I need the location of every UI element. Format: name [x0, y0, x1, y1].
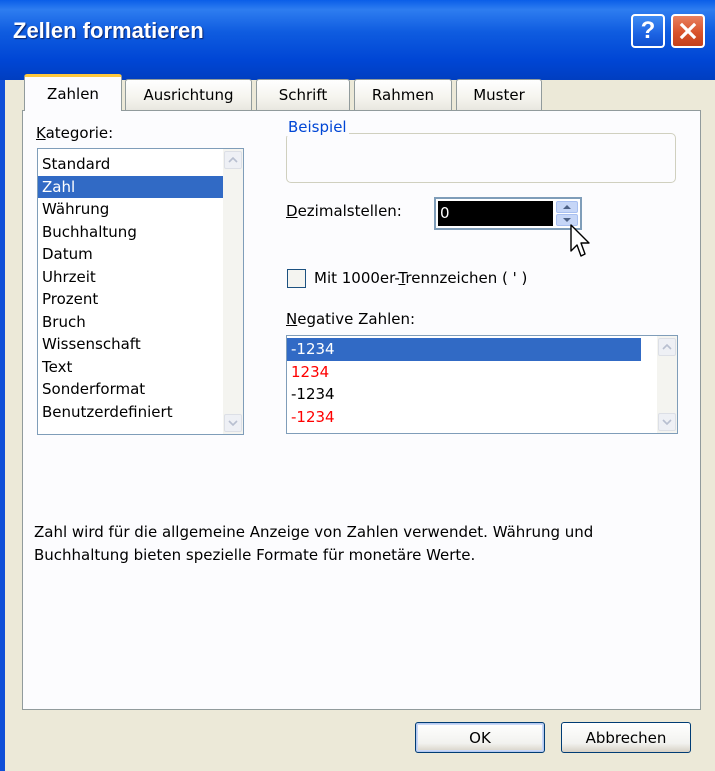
title-bar[interactable]: Zellen formatieren ? [0, 0, 715, 80]
window-title: Zellen formatieren [13, 18, 204, 43]
list-item[interactable]: Buchhaltung [38, 221, 243, 244]
mouse-cursor-icon [570, 224, 590, 257]
thousands-separator-checkbox[interactable] [287, 269, 306, 288]
list-item[interactable]: Währung [38, 198, 243, 221]
chevron-up-icon [228, 156, 238, 163]
arrow-up-icon [563, 205, 571, 209]
scroll-up-button[interactable] [658, 338, 676, 356]
thousands-separator-label[interactable]: Mit 1000er-Trennzeichen ( ' ) [314, 269, 527, 287]
list-item[interactable]: -1234 [287, 406, 677, 429]
spin-up-button[interactable] [556, 201, 578, 213]
tab-rahmen[interactable]: Rahmen [354, 79, 452, 110]
category-listbox[interactable]: Standard Zahl Währung Buchhaltung Datum … [37, 148, 244, 435]
cancel-button-label: Abbrechen [585, 728, 667, 747]
close-button[interactable] [671, 14, 705, 48]
help-icon: ? [640, 17, 656, 44]
category-scrollbar[interactable] [223, 149, 243, 434]
decimals-label: Dezimalstellen: [286, 202, 402, 220]
negative-numbers-listbox[interactable]: -1234 1234 -1234 -1234 [286, 335, 678, 434]
spinner-buttons [556, 201, 578, 226]
tab-label: Ausrichtung [143, 86, 234, 104]
sample-groupbox [286, 133, 676, 183]
category-label: Kategorie: [36, 124, 114, 142]
tab-label: Schrift [278, 86, 328, 104]
chevron-down-icon [228, 420, 238, 427]
negative-numbers-label: Negative Zahlen: [286, 310, 416, 328]
list-item[interactable]: Prozent [38, 288, 243, 311]
list-item[interactable]: Benutzerdefiniert [38, 401, 243, 424]
list-item[interactable]: -1234 [287, 338, 641, 361]
list-item[interactable]: -1234 [287, 383, 677, 406]
tab-label: Muster [473, 86, 525, 104]
scroll-down-button[interactable] [658, 413, 676, 431]
ok-button-label: OK [469, 728, 491, 747]
list-item[interactable]: Sonderformat [38, 378, 243, 401]
list-item[interactable]: Text [38, 356, 243, 379]
tab-schrift[interactable]: Schrift [256, 79, 350, 110]
scroll-down-button[interactable] [224, 414, 242, 432]
tab-zahlen[interactable]: Zahlen [24, 74, 122, 111]
decimals-spinner[interactable]: 0 [434, 197, 582, 230]
tab-muster[interactable]: Muster [456, 79, 542, 110]
chevron-down-icon [662, 419, 672, 426]
tab-ausrichtung[interactable]: Ausrichtung [125, 79, 252, 110]
list-item[interactable]: Standard [38, 153, 243, 176]
cancel-button[interactable]: Abbrechen [561, 722, 691, 753]
list-item[interactable]: Bruch [38, 311, 243, 334]
help-button[interactable]: ? [631, 14, 665, 48]
ok-button[interactable]: OK [415, 722, 545, 753]
close-icon [679, 22, 697, 40]
tab-label: Zahlen [47, 85, 99, 103]
window-frame-left [0, 80, 5, 771]
chevron-up-icon [662, 343, 672, 350]
list-item[interactable]: Wissenschaft [38, 333, 243, 356]
tab-label: Rahmen [371, 86, 435, 104]
scroll-up-button[interactable] [224, 151, 242, 169]
decimals-input[interactable]: 0 [438, 201, 553, 226]
list-item[interactable]: 1234 [287, 361, 677, 384]
format-description: Zahl wird für die allgemeine Anzeige von… [34, 523, 594, 564]
list-item[interactable]: Uhrzeit [38, 266, 243, 289]
list-item[interactable]: Zahl [38, 175, 243, 198]
list-item[interactable]: Datum [38, 243, 243, 266]
sample-group-title: Beispiel [286, 118, 349, 136]
negative-scrollbar[interactable] [657, 336, 677, 433]
